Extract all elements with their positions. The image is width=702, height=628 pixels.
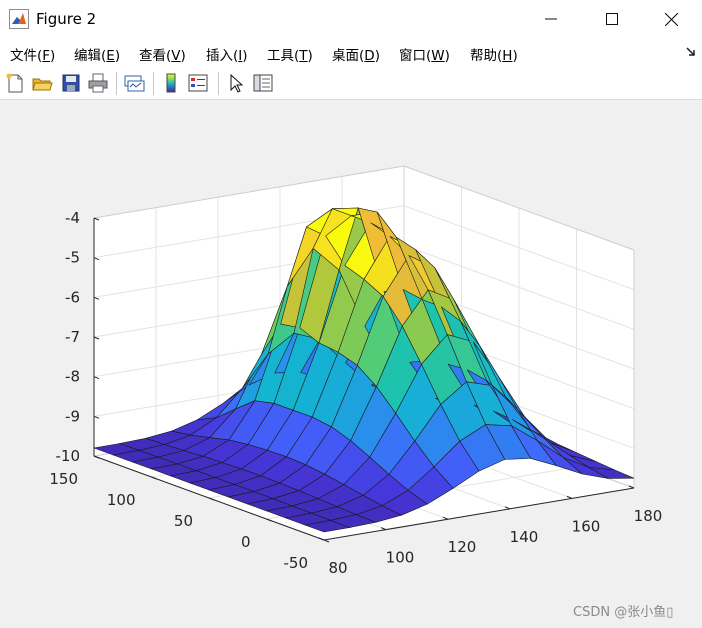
open-file-icon[interactable] [31,72,53,94]
y-tick-label: 0 [241,533,251,551]
maximize-button[interactable] [584,0,640,38]
x-tick-label: 80 [328,559,347,577]
menu-item-5[interactable]: 桌面(D) [332,44,380,64]
z-tick-label: -7 [65,328,80,346]
menu-item-0[interactable]: 文件(F) [10,44,55,64]
link-plot-icon[interactable] [123,72,145,94]
z-tick-label: -8 [65,368,80,386]
y-tick-label: 150 [49,470,78,488]
x-tick-label: 180 [634,507,663,525]
menu-item-1[interactable]: 编辑(E) [74,44,120,64]
window-title: Figure 2 [36,10,97,28]
watermark: CSDN @张小鱼▯ [573,605,674,620]
menu-item-4[interactable]: 工具(T) [267,44,313,64]
x-tick-label: 100 [386,549,415,567]
y-tick-label: 50 [174,512,193,530]
colorbar-icon[interactable] [160,72,182,94]
maximize-icon [606,13,618,25]
toolbar-separator [116,72,117,95]
x-tick-label: 160 [572,517,601,535]
z-tick-label: -6 [65,288,80,306]
z-tick-label: -4 [65,209,80,227]
close-button[interactable] [643,0,699,38]
z-tick-label: -10 [56,447,81,465]
y-tick-label: -50 [284,554,309,572]
menu-item-7[interactable]: 帮助(H) [470,44,518,64]
save-icon[interactable] [60,72,82,94]
surface-plot[interactable]: 80 100 120 140 160 180 -50 0 50 100 150 -4 -5 -6 -7 -8 -… [0,100,702,628]
menu-item-3[interactable]: 插入(I) [206,44,248,64]
legend-icon[interactable] [187,72,209,94]
toolbar-separator [218,72,219,95]
toolbar-separator [153,72,154,95]
minimize-button[interactable] [523,0,579,38]
x-tick-label: 120 [448,538,477,556]
x-tick-label: 140 [510,528,539,546]
menu-item-2[interactable]: 查看(V) [139,44,186,64]
property-inspector-icon[interactable] [252,72,274,94]
menu-item-6[interactable]: 窗口(W) [399,44,450,64]
print-icon[interactable] [87,72,109,94]
minimize-icon [545,18,557,20]
dock-arrow-icon[interactable] [686,47,696,57]
z-tick-label: -5 [65,249,80,267]
y-tick [323,539,330,543]
matlab-figure-icon [9,9,29,29]
y-tick-label: 100 [107,491,136,509]
close-icon [664,12,678,26]
new-figure-icon[interactable] [4,72,26,94]
z-tick-label: -9 [65,407,80,425]
pointer-icon[interactable] [225,72,247,94]
